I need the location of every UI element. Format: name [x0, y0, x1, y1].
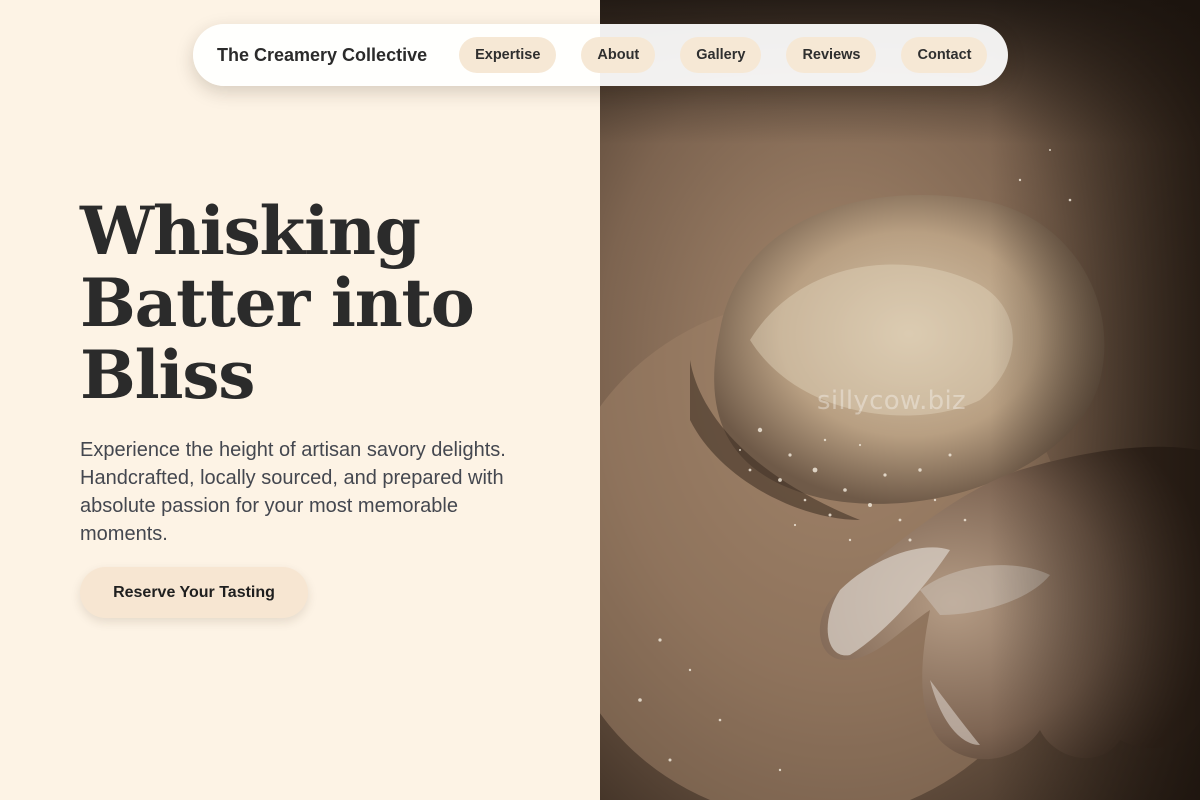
nav-item-gallery[interactable]: Gallery [680, 37, 762, 73]
brand-name[interactable]: The Creamery Collective [217, 45, 427, 66]
nav-item-expertise[interactable]: Expertise [459, 37, 557, 73]
nav-item-reviews[interactable]: Reviews [786, 37, 877, 73]
nav-item-about[interactable]: About [581, 37, 656, 73]
top-navigation-bar: The Creamery Collective Expertise About … [193, 24, 1008, 86]
nav-item-contact[interactable]: Contact [901, 37, 988, 73]
hero-heading-line-3: Bliss [80, 336, 255, 414]
hero-heading: Whisking Batter into Bliss [80, 195, 550, 411]
hero-description: Experience the height of artisan savory … [80, 439, 506, 545]
photo-watermark: sillycow.biz [817, 386, 966, 416]
hero-heading-line-2: Batter into [80, 264, 475, 342]
reserve-tasting-button[interactable]: Reserve Your Tasting [80, 567, 308, 618]
hero-heading-line-1: Whisking [80, 192, 421, 270]
